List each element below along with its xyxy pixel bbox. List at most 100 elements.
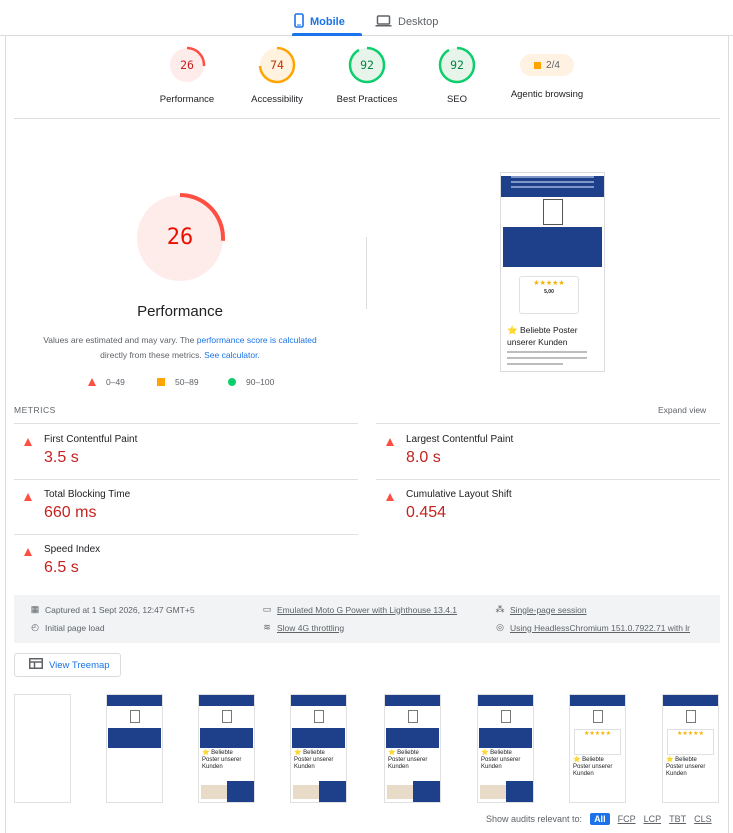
perf-desc-text-2: directly from these metrics. <box>100 350 205 360</box>
tab-mobile[interactable]: Mobile <box>294 8 345 36</box>
tab-desktop[interactable]: Desktop <box>375 8 438 36</box>
laptop-icon <box>375 14 392 30</box>
metric-name: First Contentful Paint <box>44 434 138 445</box>
metric-value: 0.454 <box>406 504 447 521</box>
network-throttling-text: Slow 4G throttling <box>277 622 345 633</box>
see-calculator-link[interactable]: See calculator. <box>204 350 260 360</box>
active-tab-indicator <box>292 33 362 36</box>
metric-name: Cumulative Layout Shift <box>406 489 512 500</box>
screenshot-stars: ★★★★★ <box>533 280 565 287</box>
view-treemap-label: View Treemap <box>49 659 110 671</box>
chrome-icon: ◎ <box>496 622 504 632</box>
filter-chip-all[interactable]: All <box>590 813 610 825</box>
filmstrip-frame <box>106 694 163 803</box>
legend-average-label: 50–89 <box>175 377 199 387</box>
gauge-agentic-browsing[interactable]: 2/4 Agentic browsing <box>502 46 592 100</box>
gauge-accessibility-score: 74 <box>270 58 284 72</box>
screenshot-heading: ⭐ Beliebte Poster unserer Kunden <box>507 325 578 347</box>
final-screenshot[interactable]: ★★★★★ 5,00 ⭐ Beliebte Poster unserer Kun… <box>500 172 605 372</box>
agentic-browsing-pill: 2/4 <box>520 54 574 76</box>
gauge-performance[interactable]: 26 Performance <box>142 46 232 105</box>
average-square-icon <box>157 378 165 386</box>
performance-description: Values are estimated and may vary. The p… <box>30 333 330 363</box>
performance-big-score: 26 <box>166 225 194 250</box>
network-throttling[interactable]: ≋ Slow 4G throttling <box>262 622 344 633</box>
divider <box>14 118 720 119</box>
captured-at-text: Captured at 1 Sept 2026, 12:47 GMT+5 <box>45 604 195 615</box>
fail-triangle-icon <box>386 438 394 446</box>
metric-name: Largest Contentful Paint <box>406 434 514 445</box>
treemap-icon <box>29 658 43 672</box>
filmstrip-frame: ⭐ Beliebte Poster unserer Kunden <box>198 694 255 803</box>
vertical-divider <box>366 237 367 309</box>
filmstrip-frame: ⭐ Beliebte Poster unserer Kunden <box>477 694 534 803</box>
gauge-best-practices-circle: 92 <box>348 46 386 84</box>
gauge-best-practices-label: Best Practices <box>336 94 398 105</box>
pass-circle-icon <box>228 378 236 386</box>
performance-title: Performance <box>137 303 223 320</box>
expand-view-button[interactable]: Expand view <box>658 405 706 415</box>
metrics-divider <box>14 534 358 535</box>
gauge-seo-score: 92 <box>450 58 464 72</box>
gauge-performance-label: Performance <box>159 94 215 105</box>
gauge-seo-label: SEO <box>446 94 468 105</box>
wifi-icon: ≋ <box>263 622 271 632</box>
session-type-text: Single-page session <box>510 604 587 615</box>
gauge-accessibility[interactable]: 74 Accessibility <box>232 46 322 105</box>
runtime-settings: ▦ Captured at 1 Sept 2026, 12:47 GMT+5 ◴… <box>14 595 720 643</box>
device-tabs: Mobile Desktop <box>0 0 733 36</box>
performance-score-link[interactable]: performance score is calculated <box>197 335 317 345</box>
metric-value: 8.0 s <box>406 449 441 466</box>
gauge-seo[interactable]: 92 SEO <box>412 46 502 105</box>
gauge-agentic-browsing-label: Agentic browsing <box>510 89 584 100</box>
view-treemap-button[interactable]: View Treemap <box>14 653 121 677</box>
metric-value: 6.5 s <box>44 559 79 576</box>
filmstrip-heading: ⭐ Beliebte Poster unserer Kunden <box>294 750 334 770</box>
metric-value: 3.5 s <box>44 449 79 466</box>
tab-desktop-label: Desktop <box>398 16 439 28</box>
filmstrip-heading: ⭐ Beliebte Poster unserer Kunden <box>481 750 521 770</box>
metrics-divider <box>14 479 358 480</box>
gauge-performance-score: 26 <box>180 58 194 72</box>
captured-at: ▦ Captured at 1 Sept 2026, 12:47 GMT+5 <box>30 604 195 615</box>
legend-average: 50–89 <box>157 377 199 387</box>
performance-big-gauge: 26 <box>134 192 226 284</box>
legend-pass-label: 90–100 <box>246 377 275 387</box>
emulated-device-text: Emulated Moto G Power with Lighthouse 13… <box>277 604 458 615</box>
fail-triangle-icon <box>386 493 394 501</box>
filmstrip-heading: ⭐ Beliebte Poster unserer Kunden <box>388 750 428 770</box>
gauge-performance-circle: 26 <box>168 46 206 84</box>
emulated-device[interactable]: ▭ Emulated Moto G Power with Lighthouse … <box>262 604 457 615</box>
filter-chip-tbt[interactable]: TBT <box>669 814 686 824</box>
screenshot-rating-card: ★★★★★ 5,00 <box>519 276 579 314</box>
agentic-browsing-score: 2/4 <box>546 59 560 71</box>
metric-value: 660 ms <box>44 504 97 521</box>
gauge-accessibility-label: Accessibility <box>251 94 303 105</box>
audit-filter-label: Show audits relevant to: <box>486 814 583 824</box>
metrics-divider <box>14 423 358 424</box>
browser-version-text: Using HeadlessChromium 151.0.7922.71 wit… <box>510 622 691 633</box>
calendar-icon: ▦ <box>30 604 40 614</box>
filter-chip-cls[interactable]: CLS <box>694 814 712 824</box>
filmstrip-frame: ★★★★★ ⭐ Beliebte Poster unserer Kunden <box>569 694 626 803</box>
filmstrip-heading: ⭐ Beliebte Poster unserer Kunden <box>666 757 706 777</box>
gauge-seo-circle: 92 <box>438 46 476 84</box>
phone-icon <box>294 13 304 31</box>
browser-version[interactable]: ◎ Using HeadlessChromium 151.0.7922.71 w… <box>495 622 690 633</box>
filter-chip-fcp[interactable]: FCP <box>618 814 636 824</box>
filter-chip-lcp[interactable]: LCP <box>644 814 662 824</box>
devices-icon: ▭ <box>262 604 272 614</box>
filmstrip-heading: ⭐ Beliebte Poster unserer Kunden <box>202 750 242 770</box>
filmstrip-frame: ⭐ Beliebte Poster unserer Kunden <box>384 694 441 803</box>
timer-icon: ◴ <box>31 622 39 632</box>
session-type[interactable]: ⁂ Single-page session <box>495 604 587 615</box>
metric-name: Speed Index <box>44 544 101 555</box>
filmstrip-heading: ⭐ Beliebte Poster unserer Kunden <box>573 757 613 777</box>
gauge-best-practices[interactable]: 92 Best Practices <box>322 46 412 105</box>
session-icon: ⁂ <box>495 604 505 614</box>
metric-name: Total Blocking Time <box>44 489 131 500</box>
tab-mobile-label: Mobile <box>310 16 345 28</box>
metrics-title: METRICS <box>14 405 56 415</box>
screenshot-blue-band <box>503 227 602 267</box>
frame-border-left <box>5 36 6 833</box>
